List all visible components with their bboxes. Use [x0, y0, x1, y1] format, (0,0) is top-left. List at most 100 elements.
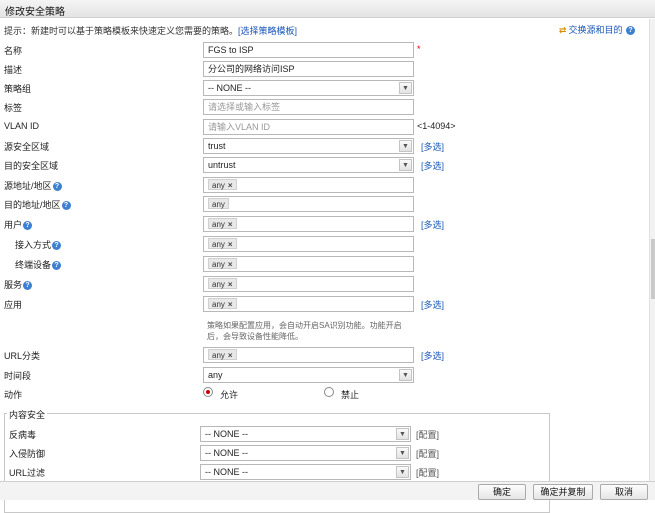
ok-button[interactable]: 确定 — [478, 484, 526, 500]
name-input[interactable]: FGS to ISP — [203, 42, 414, 58]
dst-zone-select[interactable]: untrust ▼ — [203, 157, 414, 173]
row-time-range: 时间段 any ▼ — [0, 367, 655, 383]
dst-zone-label: 目的安全区域 — [4, 161, 59, 171]
action-allow-radio[interactable] — [203, 387, 213, 397]
help-icon[interactable]: ? — [23, 221, 33, 231]
chevron-down-icon[interactable]: ▼ — [396, 447, 409, 459]
tag-text: any — [212, 351, 225, 360]
src-zone-select[interactable]: trust ▼ — [203, 138, 414, 154]
chevron-down-icon[interactable]: ▼ — [399, 140, 412, 152]
terminal-device-label-text: 终端设备 — [15, 260, 52, 270]
user-label: 用户? — [4, 218, 33, 231]
help-icon[interactable]: ? — [52, 241, 62, 251]
policy-group-label: 策略组 — [4, 84, 32, 94]
time-range-label: 时间段 — [4, 371, 32, 381]
close-icon[interactable]: × — [228, 260, 233, 269]
name-label: 名称 — [4, 46, 23, 56]
help-icon[interactable]: ? — [52, 261, 62, 271]
src-addr-tag: any × — [208, 179, 237, 190]
access-method-input[interactable]: any × — [203, 236, 414, 252]
vlan-id-range: <1-4094> — [417, 121, 456, 131]
row-name: 名称 FGS to ISP * — [0, 42, 655, 58]
chevron-down-icon[interactable]: ▼ — [399, 159, 412, 171]
application-input[interactable]: any × — [203, 296, 414, 312]
vlan-id-input[interactable]: 请输入VLAN ID — [203, 119, 414, 135]
close-icon[interactable]: × — [228, 181, 233, 190]
required-mark: * — [417, 44, 421, 54]
row-application: 应用 any × [多选] — [0, 296, 655, 312]
src-addr-input[interactable]: any × — [203, 177, 414, 193]
chevron-down-icon[interactable]: ▼ — [399, 369, 412, 381]
antivirus-select[interactable]: -- NONE -- ▼ — [200, 426, 411, 442]
src-zone-multi-link[interactable]: [多选] — [421, 140, 444, 153]
src-zone-value: trust — [208, 141, 226, 151]
help-icon[interactable]: ? — [52, 182, 62, 192]
dst-zone-multi-link[interactable]: [多选] — [421, 159, 444, 172]
row-description: 描述 分公司的网络访问ISP — [0, 61, 655, 77]
chevron-down-icon[interactable]: ▼ — [396, 466, 409, 478]
close-icon[interactable]: × — [228, 351, 233, 360]
url-category-multi-link[interactable]: [多选] — [421, 349, 444, 362]
row-user: 用户? any × [多选] — [0, 216, 655, 232]
window-title: 修改安全策略 — [5, 7, 65, 18]
url-category-input[interactable]: any × — [203, 347, 414, 363]
ips-value: -- NONE -- — [205, 448, 248, 458]
vertical-scrollbar[interactable] — [649, 19, 655, 481]
row-src-zone: 源安全区域 trust ▼ [多选] — [0, 138, 655, 154]
swap-label: 交换源和目的 — [568, 25, 623, 35]
dst-addr-input[interactable]: any — [203, 196, 414, 212]
close-icon[interactable]: × — [228, 300, 233, 309]
chevron-down-icon[interactable]: ▼ — [396, 428, 409, 440]
help-icon[interactable]: ? — [61, 201, 71, 211]
window-titlebar: 修改安全策略 — [0, 0, 655, 18]
ips-config-link[interactable]: [配置] — [416, 447, 439, 460]
ips-label: 入侵防御 — [9, 449, 46, 459]
user-label-text: 用户 — [4, 220, 23, 230]
row-vlan-id: VLAN ID 请输入VLAN ID <1-4094> — [0, 119, 655, 135]
row-src-addr: 源地址/地区? any × — [0, 177, 655, 193]
service-tag: any × — [208, 278, 237, 289]
application-multi-link[interactable]: [多选] — [421, 298, 444, 311]
description-input[interactable]: 分公司的网络访问ISP — [203, 61, 414, 77]
antivirus-config-link[interactable]: [配置] — [416, 428, 439, 441]
user-input[interactable]: any × — [203, 216, 414, 232]
url-filter-config-link[interactable]: [配置] — [416, 466, 439, 479]
action-deny-label: 禁止 — [341, 390, 360, 400]
cancel-button[interactable]: 取消 — [600, 484, 648, 500]
src-addr-label-text: 源地址/地区 — [4, 181, 52, 191]
row-url-filter: URL过滤 -- NONE -- ▼ [配置] — [0, 464, 655, 480]
service-input[interactable]: any × — [203, 276, 414, 292]
help-icon[interactable]: ? — [23, 281, 33, 291]
swap-source-destination-link[interactable]: ⇄ 交换源和目的 ? — [559, 23, 635, 36]
tag-text: any — [212, 181, 225, 190]
chevron-down-icon[interactable]: ▼ — [399, 82, 412, 94]
terminal-device-input[interactable]: any × — [203, 256, 414, 272]
tag-input[interactable]: 请选择或输入标签 — [203, 99, 414, 115]
dst-addr-label-text: 目的地址/地区 — [4, 200, 61, 210]
row-antivirus: 反病毒 -- NONE -- ▼ [配置] — [0, 426, 655, 442]
service-label-text: 服务 — [4, 280, 23, 290]
terminal-device-label: 终端设备? — [15, 258, 62, 271]
access-method-label: 接入方式? — [15, 238, 62, 251]
tag-text: any — [212, 280, 225, 289]
dialog-footer: 确定 确定并复制 取消 — [0, 481, 655, 500]
user-multi-link[interactable]: [多选] — [421, 218, 444, 231]
time-range-select[interactable]: any ▼ — [203, 367, 414, 383]
user-tag: any × — [208, 218, 237, 229]
close-icon[interactable]: × — [228, 220, 233, 229]
close-icon[interactable]: × — [228, 280, 233, 289]
url-filter-select[interactable]: -- NONE -- ▼ — [200, 464, 411, 480]
content-security-legend: 内容安全 — [7, 408, 48, 421]
close-icon[interactable]: × — [228, 240, 233, 249]
row-policy-group: 策略组 -- NONE -- ▼ — [0, 80, 655, 96]
help-icon[interactable]: ? — [626, 26, 635, 36]
scrollbar-thumb[interactable] — [651, 239, 655, 299]
ips-select[interactable]: -- NONE -- ▼ — [200, 445, 411, 461]
select-template-link[interactable]: [选择策略模板] — [238, 26, 297, 36]
application-note: 策略如果配置应用，会自动开启SA识别功能。功能开启后，会导致设备性能降低。 — [207, 321, 402, 341]
action-deny-radio[interactable] — [324, 387, 334, 397]
url-filter-value: -- NONE -- — [205, 467, 248, 477]
access-method-tag: any × — [208, 238, 237, 249]
ok-and-copy-button[interactable]: 确定并复制 — [533, 484, 593, 500]
policy-group-select[interactable]: -- NONE -- ▼ — [203, 80, 414, 96]
